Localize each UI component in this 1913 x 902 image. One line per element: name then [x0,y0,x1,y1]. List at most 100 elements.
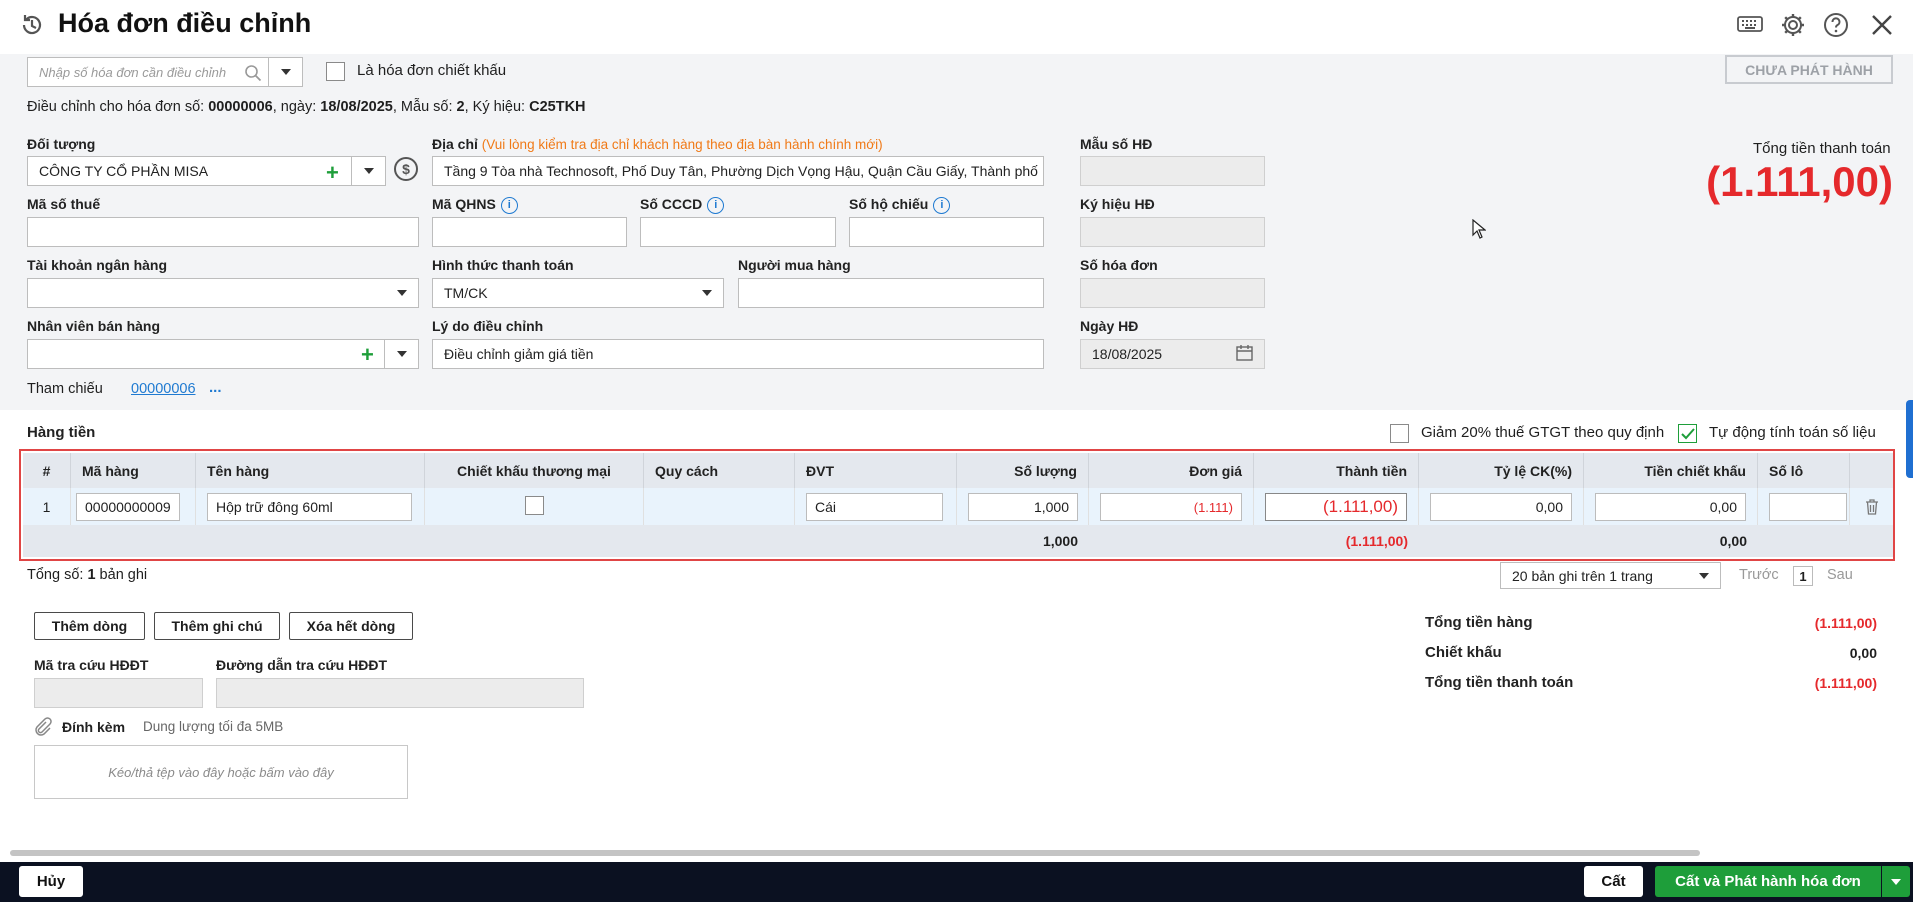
reduce-vat-label: Giảm 20% thuế GTGT theo quy định [1421,424,1665,441]
help-icon[interactable] [1822,11,1850,39]
footer-so-luong: 1,000 [957,525,1089,557]
mouse-cursor-icon [1472,218,1487,242]
horizontal-scrollbar[interactable] [10,850,1700,856]
thanh-tien-input[interactable]: (1.111,00) [1265,493,1407,521]
add-staff-icon[interactable]: + [361,342,374,368]
tax-code-input[interactable] [27,217,419,247]
prev-page-button[interactable]: Trước [1739,567,1779,583]
trade-discount-checkbox[interactable] [525,496,544,515]
sum-goods-label: Tổng tiền hàng [1425,614,1533,631]
mau-so-label: Mẫu số HĐ [1080,136,1153,152]
invoice-date-input[interactable]: 18/08/2025 [1080,339,1265,369]
col-header-ty-le-ck[interactable]: Tỷ lệ CK(%) [1419,453,1584,488]
footer-thanh-tien: (1.111,00) [1254,525,1419,557]
info-icon: i [707,196,725,214]
address-input[interactable]: Tầng 9 Tòa nhà Technosoft, Phố Duy Tân, … [432,156,1044,186]
so-cccd-input[interactable] [640,217,836,247]
invoice-search-dropdown[interactable] [268,57,303,87]
col-header-quy-cach[interactable]: Quy cách [644,453,795,488]
nhan-vien-label: Nhân viên bán hàng [27,318,161,334]
goods-section-title: Hàng tiền [27,424,96,441]
cell-no: 1 [23,488,71,525]
col-header-ma-hang[interactable]: Mã hàng [71,453,196,488]
invoice-search-input[interactable]: Nhập số hóa đơn cần điều chỉnh [27,57,271,87]
calendar-icon[interactable] [1236,344,1253,364]
customer-input[interactable]: CÔNG TY CỔ PHẦN MISA [27,156,352,186]
delete-all-rows-button[interactable]: Xóa hết dòng [289,612,413,640]
dvt-input[interactable]: Cái [806,493,943,521]
save-button[interactable]: Cất [1584,866,1643,897]
col-header-don-gia[interactable]: Đơn giá [1089,453,1254,488]
chevron-down-icon [280,69,291,75]
col-header-no: # [23,453,71,488]
reduce-vat-checkbox[interactable] [1390,424,1409,443]
mau-so-input [1080,156,1265,186]
so-cccd-label: Số CCCD i [640,196,725,214]
chevron-down-icon [396,351,407,357]
col-header-so-lo[interactable]: Số lô [1758,453,1850,488]
ky-hieu-input [1080,217,1265,247]
customer-dropdown[interactable] [351,156,386,186]
sum-goods-value: (1.111,00) [1814,615,1877,631]
col-header-chiet-khau[interactable]: Chiết khấu thương mại [425,453,644,488]
lookup-code-label: Mã tra cứu HĐĐT [34,657,149,673]
tien-ck-input[interactable]: 0,00 [1595,493,1746,521]
add-row-button[interactable]: Thêm dòng [34,612,145,640]
gear-icon[interactable] [1779,11,1807,39]
total-top-value: (1.111,00) [1706,158,1893,205]
cell-quy-cach[interactable] [644,488,795,525]
don-gia-input[interactable]: (1.111) [1100,493,1242,521]
so-hoa-don-input [1080,278,1265,308]
auto-calc-label: Tự động tính toán số liệu [1709,424,1876,441]
sales-staff-input[interactable] [27,339,387,369]
nguoi-mua-label: Người mua hàng [738,257,851,273]
ma-qhns-input[interactable] [432,217,627,247]
discount-invoice-label: Là hóa đơn chiết khấu [357,62,507,79]
col-header-tien-ck[interactable]: Tiền chiết khấu [1584,453,1758,488]
adjust-info-line: Điều chỉnh cho hóa đơn số: 00000006, ngà… [27,99,586,115]
reference-link[interactable]: 00000006 [131,381,196,397]
side-panel-handle[interactable] [1906,400,1913,478]
reason-input[interactable]: Điều chỉnh giảm giá tiền [432,339,1044,369]
bank-account-select[interactable] [27,278,419,308]
col-header-thanh-tien[interactable]: Thành tiền [1254,453,1419,488]
check-icon [1681,428,1695,440]
ten-hang-input[interactable]: Hộp trữ đông 60ml [207,493,412,521]
so-luong-input[interactable]: 1,000 [968,493,1078,521]
col-header-ten-hang[interactable]: Tên hàng [196,453,425,488]
discount-invoice-checkbox[interactable] [326,62,345,81]
record-count: Tổng số: 1 bản ghi [27,567,148,583]
keyboard-icon[interactable] [1736,11,1764,39]
ma-hang-input[interactable]: 00000000009 [76,493,180,521]
next-page-button[interactable]: Sau [1827,567,1853,583]
currency-icon[interactable]: $ [394,157,418,181]
save-publish-dropdown[interactable] [1882,866,1910,897]
payment-method-select[interactable]: TM/CK [432,278,724,308]
col-header-dvt[interactable]: ĐVT [795,453,957,488]
current-page[interactable]: 1 [1793,566,1813,586]
so-ho-chieu-input[interactable] [849,217,1044,247]
col-header-so-luong[interactable]: Số lượng [957,453,1089,488]
buyer-input[interactable] [738,278,1044,308]
history-icon [18,11,46,39]
delete-row-button[interactable] [1850,488,1893,525]
add-note-button[interactable]: Thêm ghi chú [154,612,280,640]
auto-calc-checkbox[interactable] [1678,424,1697,443]
sum-discount-label: Chiết khấu [1425,644,1502,661]
add-customer-icon[interactable]: + [326,160,339,186]
close-icon[interactable] [1868,11,1896,39]
so-lo-input[interactable] [1769,493,1847,521]
sum-discount-value: 0,00 [1849,645,1877,661]
save-publish-button[interactable]: Cất và Phát hành hóa đơn [1655,866,1881,897]
goods-grid: # Mã hàng Tên hàng Chiết khấu thương mại… [19,449,1895,561]
page-title: Hóa đơn điều chỉnh [58,8,312,38]
ty-le-ck-input[interactable]: 0,00 [1430,493,1572,521]
reference-more-button[interactable]: ... [209,379,222,396]
cancel-button[interactable]: Hủy [19,866,83,897]
file-drop-zone[interactable]: Kéo/thả tệp vào đây hoặc bấm vào đây [34,745,408,799]
search-icon[interactable] [244,64,262,85]
page-size-select[interactable]: 20 bản ghi trên 1 trang [1500,562,1721,589]
lookup-url-label: Đường dẫn tra cứu HĐĐT [216,657,388,673]
ky-hieu-label: Ký hiệu HĐ [1080,196,1155,212]
sales-staff-dropdown[interactable] [384,339,419,369]
